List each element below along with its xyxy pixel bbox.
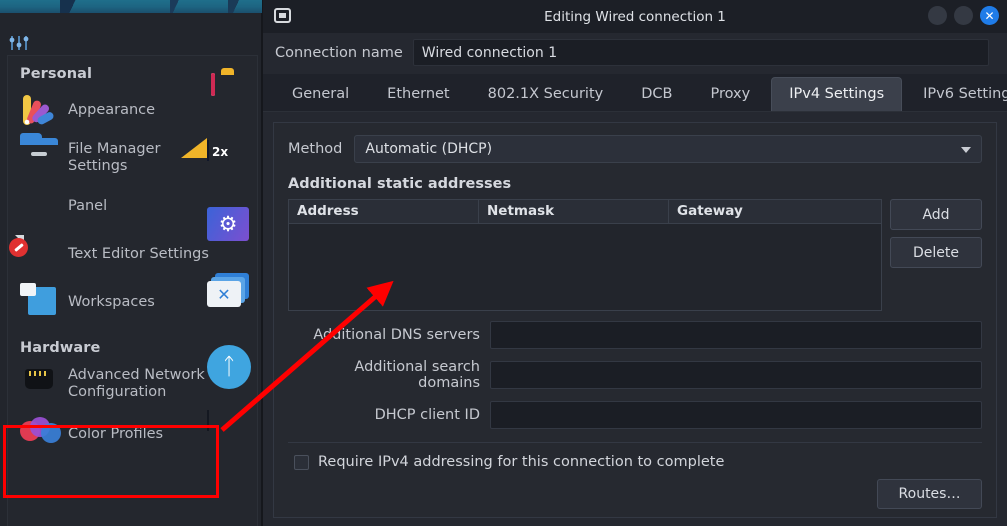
dialog-footer: Routes…	[288, 479, 982, 509]
screen: Personal Appearance File Manager Setting…	[0, 0, 1007, 526]
connection-name-input[interactable]: Wired connection 1	[412, 39, 989, 66]
minimize-button[interactable]	[928, 6, 947, 25]
dns-servers-input[interactable]	[490, 321, 982, 349]
require-ipv4-row[interactable]: Require IPv4 addressing for this connect…	[288, 442, 982, 470]
column-header-netmask[interactable]: Netmask	[479, 200, 669, 223]
table-header-row: Address Netmask Gateway	[289, 200, 881, 224]
search-domains-input[interactable]	[490, 361, 982, 389]
search-domains-label: Additional search domains	[354, 359, 480, 391]
dhcp-client-id-label: DHCP client ID	[374, 407, 480, 423]
method-label: Method	[288, 141, 343, 157]
maximize-button[interactable]	[954, 6, 973, 25]
color-swatch-icon[interactable]	[207, 410, 251, 455]
gear-icon[interactable]: ⚙	[207, 207, 251, 251]
appearance-icon	[20, 91, 58, 129]
routes-button[interactable]: Routes…	[877, 479, 982, 509]
settings-tabs[interactable]: General Ethernet 802.1X Security DCB Pro…	[263, 74, 1007, 112]
dialog-title: Editing Wired connection 1	[544, 8, 726, 25]
dhcp-client-id-row: DHCP client ID	[288, 401, 982, 429]
static-addresses-title: Additional static addresses	[288, 176, 512, 192]
static-addresses-area: Address Netmask Gateway Add Delete	[288, 199, 982, 311]
settings-manager-window: Personal Appearance File Manager Setting…	[0, 13, 262, 526]
static-addresses-table[interactable]: Address Netmask Gateway	[288, 199, 882, 311]
tab-ipv4-settings[interactable]: IPv4 Settings	[771, 77, 903, 111]
color-profiles-icon	[20, 415, 61, 453]
dns-servers-row: Additional DNS servers	[288, 321, 982, 349]
network-connection-icon	[274, 8, 291, 23]
sidebar-item-label: Color Profiles	[68, 425, 164, 442]
sidebar-item-label: Workspaces	[68, 293, 155, 310]
bluetooth-icon[interactable]: ᛏ	[207, 345, 251, 389]
sidebar-item-label: Advanced Network Configuration	[68, 367, 205, 400]
tab-dcb[interactable]: DCB	[624, 78, 689, 111]
add-button[interactable]: Add	[890, 199, 982, 230]
display-scaling-icon[interactable]: 2x	[181, 138, 251, 185]
window-controls: ✕	[928, 6, 999, 25]
window-manager-icon[interactable]: ✕	[207, 273, 251, 317]
tab-proxy[interactable]: Proxy	[693, 78, 767, 111]
dhcp-client-id-input[interactable]	[490, 401, 982, 429]
sidebar-item-label: Text Editor Settings	[68, 245, 209, 262]
sliders-icon	[8, 33, 30, 57]
text-editor-icon	[9, 235, 58, 273]
method-select-value: Automatic (DHCP)	[365, 141, 493, 157]
panel-icon	[20, 187, 58, 225]
sidebar-item-label: Appearance	[68, 101, 156, 118]
sidebar-item-label: Panel	[68, 197, 108, 214]
tab-ethernet[interactable]: Ethernet	[370, 78, 466, 111]
connection-name-label: Connection name	[275, 44, 403, 61]
connection-name-row: Connection name Wired connection 1	[263, 33, 1007, 74]
dialog-titlebar[interactable]: Editing Wired connection 1 ✕	[263, 0, 1007, 33]
require-ipv4-label: Require IPv4 addressing for this connect…	[318, 454, 725, 470]
require-ipv4-checkbox[interactable]	[294, 454, 309, 470]
method-select[interactable]: Automatic (DHCP)	[354, 135, 982, 163]
editing-connection-dialog: Editing Wired connection 1 ✕ Connection …	[262, 0, 1007, 526]
settings-right-icon-column: 2x ⚙ ✕ ᛏ	[181, 55, 257, 477]
folder-icon	[20, 139, 58, 177]
table-body-empty[interactable]	[289, 224, 881, 310]
column-header-gateway[interactable]: Gateway	[669, 200, 881, 223]
close-icon[interactable]: ✕	[980, 6, 999, 25]
desktop-wallpaper	[0, 0, 262, 13]
column-header-address[interactable]: Address	[289, 200, 479, 223]
chevron-down-icon	[961, 147, 971, 153]
dns-servers-label: Additional DNS servers	[313, 327, 480, 343]
tab-8021x-security[interactable]: 802.1X Security	[471, 78, 621, 111]
clipboard-icon[interactable]	[207, 73, 251, 119]
method-row: Method Automatic (DHCP)	[288, 135, 982, 163]
ipv4-settings-panel: Method Automatic (DHCP) Additional stati…	[273, 122, 997, 526]
tab-ipv6-settings[interactable]: IPv6 Settings	[906, 78, 1007, 111]
table-actions: Add Delete	[890, 199, 982, 311]
delete-button[interactable]: Delete	[890, 237, 982, 268]
workspaces-icon	[20, 283, 58, 321]
settings-manager-toolbar	[0, 13, 261, 55]
network-port-icon	[20, 365, 58, 403]
tab-general[interactable]: General	[275, 78, 366, 111]
search-domains-row: Additional search domains	[288, 359, 982, 391]
